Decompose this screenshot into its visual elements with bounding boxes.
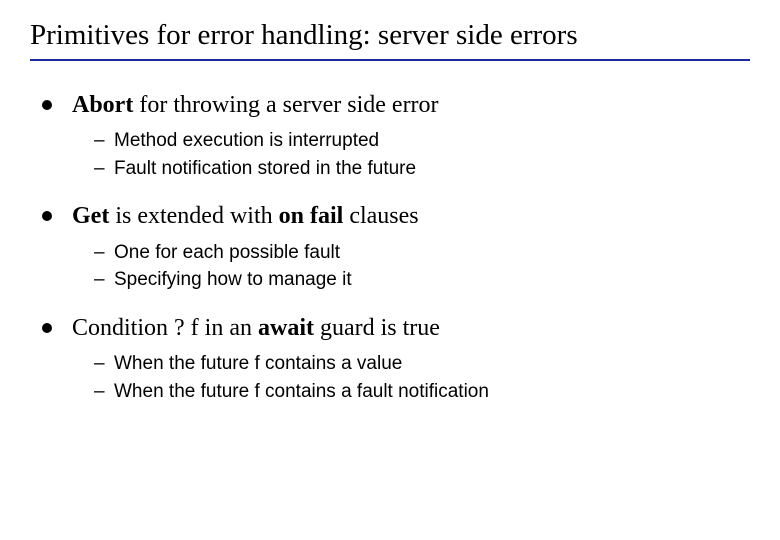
bullet-item: Get is extended with on fail clauses One… bbox=[42, 200, 750, 293]
bold-run: on fail bbox=[279, 203, 344, 229]
bold-run: Abort bbox=[72, 92, 133, 118]
bullet-text: Get is extended with on fail clauses bbox=[72, 203, 419, 229]
sub-list: When the future f contains a value When … bbox=[72, 350, 750, 405]
bullet-item: Abort for throwing a server side error M… bbox=[42, 89, 750, 182]
text-run: for throwing a server side error bbox=[133, 92, 438, 118]
bullet-list: Abort for throwing a server side error M… bbox=[30, 89, 750, 405]
slide-title: Primitives for error handling: server si… bbox=[30, 18, 750, 53]
text-run: Condition ? f in an bbox=[72, 315, 258, 341]
sub-item: Method execution is interrupted bbox=[94, 127, 750, 155]
slide: Primitives for error handling: server si… bbox=[0, 0, 780, 540]
sub-item: Fault notification stored in the future bbox=[94, 155, 750, 183]
bold-run: await bbox=[258, 315, 314, 341]
bullet-text: Condition ? f in an await guard is true bbox=[72, 315, 440, 341]
sub-item: When the future f contains a fault notif… bbox=[94, 378, 750, 406]
sub-item: Specifying how to manage it bbox=[94, 266, 750, 294]
text-run: is extended with bbox=[109, 203, 278, 229]
sub-item: When the future f contains a value bbox=[94, 350, 750, 378]
bullet-item: Condition ? f in an await guard is true … bbox=[42, 312, 750, 405]
sub-list: Method execution is interrupted Fault no… bbox=[72, 127, 750, 182]
text-run: guard is true bbox=[314, 315, 440, 341]
sub-item: One for each possible fault bbox=[94, 239, 750, 267]
text-run: clauses bbox=[343, 203, 418, 229]
bullet-text: Abort for throwing a server side error bbox=[72, 92, 439, 118]
title-rule bbox=[30, 59, 750, 61]
bold-run: Get bbox=[72, 203, 109, 229]
sub-list: One for each possible fault Specifying h… bbox=[72, 239, 750, 294]
